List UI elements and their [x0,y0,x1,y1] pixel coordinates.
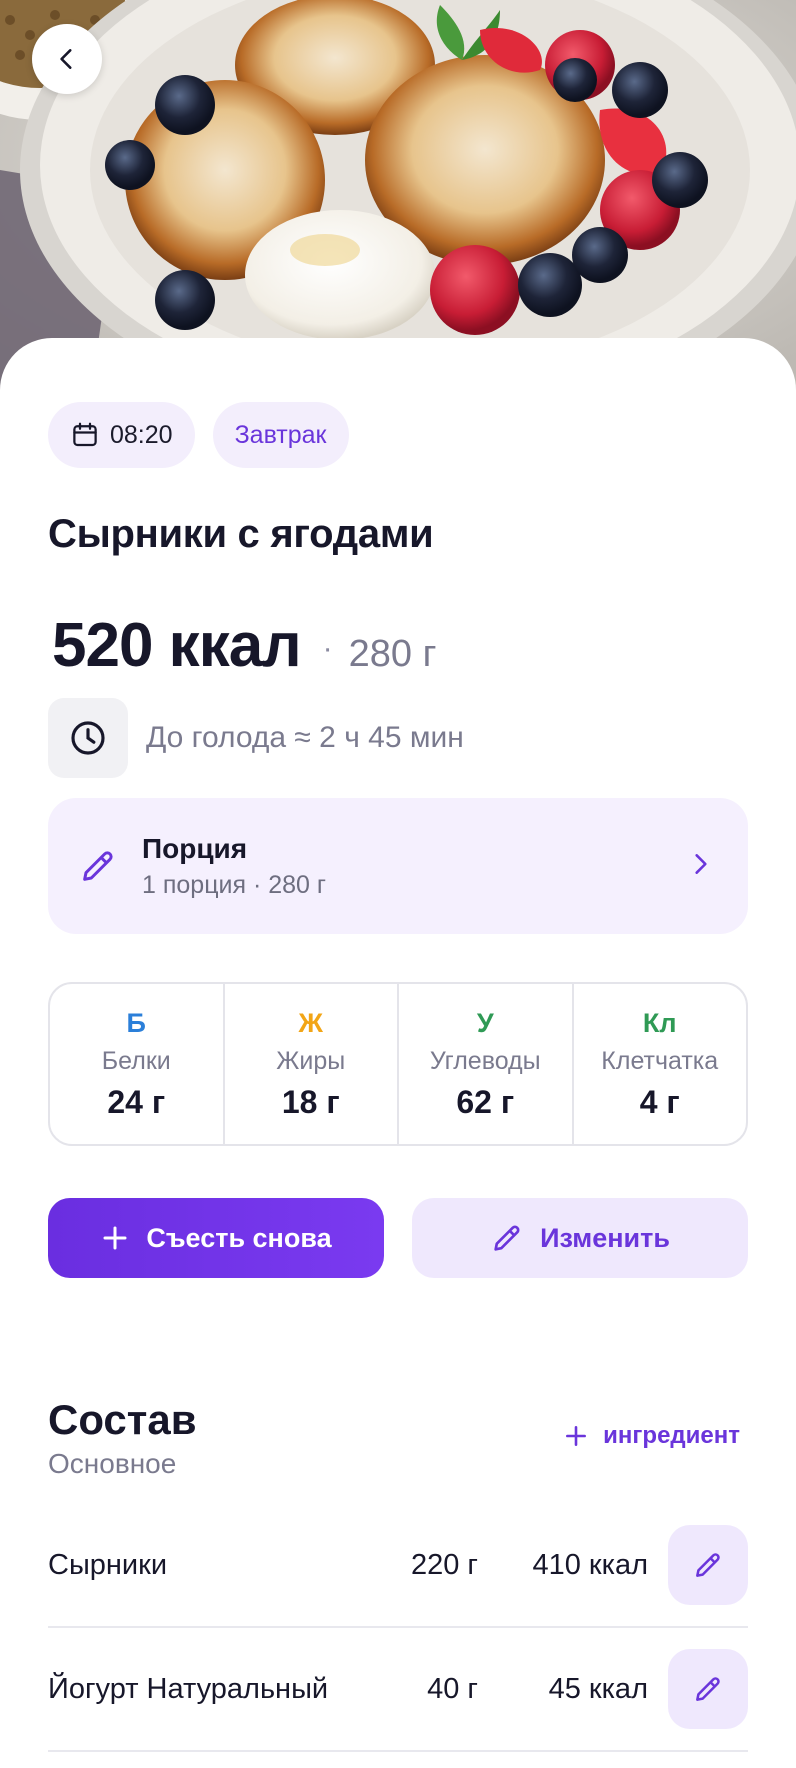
eat-again-label: Съесть снова [146,1222,332,1253]
ingredient-row: Йогурт Натуральный 40 г 45 ккал [48,1628,748,1752]
macro-fat: Ж Жиры 18 г [225,984,399,1144]
edit-meal-button[interactable]: Изменить [412,1198,748,1278]
macro-value: 4 г [639,1083,680,1120]
edit-ingredient-button[interactable] [668,1649,748,1729]
portion-subtitle: 1 порция · 280 г [142,870,327,899]
chevron-left-icon [60,49,72,69]
summary-separator: · [322,632,333,665]
composition-title: Состав [48,1396,197,1443]
ingredient-kcal: 45 ккал [548,1672,648,1705]
pencil-icon [696,1553,720,1577]
macro-value: 24 г [107,1083,166,1120]
portion-selector[interactable]: Порция 1 порция · 280 г [48,798,748,934]
edit-ingredient-button[interactable] [668,1525,748,1605]
ingredient-row: Сырники 220 г 410 ккал [48,1504,748,1628]
add-ingredient-label: ингредиент [603,1422,740,1449]
dish-weight: 280 г [348,633,437,675]
macro-letter: У [476,1007,494,1038]
macro-carbs: У Углеводы 62 г [399,984,574,1144]
macro-value: 62 г [456,1083,515,1120]
ingredient-weight: 40 г [427,1672,478,1705]
calendar-icon [73,422,97,447]
pencil-icon [696,1677,720,1701]
eat-again-button[interactable]: Съесть снова [48,1198,384,1278]
edit-meal-label: Изменить [540,1222,670,1253]
macro-letter: Кл [642,1007,677,1038]
macro-name: Жиры [276,1046,346,1075]
meal-details-screen: 08:20 Завтрак Сырники с ягодами 520 ккал… [0,0,796,1768]
macros-panel: Б Белки 24 г Ж Жиры 18 г У Углеводы 62 г… [48,982,748,1146]
clock-icon [71,721,105,755]
macro-name: Белки [101,1046,171,1075]
ingredient-kcal: 410 ккал [532,1548,648,1581]
hunger-estimate: До голода ≈ 2 ч 45 мин [48,698,464,778]
ingredient-name: Йогурт Натуральный [48,1672,329,1705]
ingredient-name: Сырники [48,1548,168,1581]
add-ingredient-button[interactable]: ингредиент [563,1422,740,1450]
macro-value: 18 г [281,1083,340,1120]
pencil-icon [83,851,113,881]
meal-time: 08:20 [110,420,173,449]
pencil-icon [494,1225,520,1251]
dish-calories: 520 ккал [52,611,302,680]
hunger-text: До голода ≈ 2 ч 45 мин [146,721,464,754]
meal-detail-sheet: 08:20 Завтрак Сырники с ягодами 520 ккал… [0,338,796,1768]
macro-letter: Ж [298,1007,323,1038]
plus-icon [566,1426,587,1446]
chevron-right-icon [695,854,707,874]
plus-icon [103,1226,127,1250]
macro-name: Клетчатка [601,1046,719,1075]
macro-letter: Б [126,1007,146,1038]
composition-subtitle: Основное [48,1448,177,1479]
dish-title: Сырники с ягодами [48,512,434,556]
macro-fiber: Кл Клетчатка 4 г [574,984,747,1144]
meal-meta-chips: 08:20 Завтрак [48,402,349,468]
portion-text: Порция 1 порция · 280 г [142,833,326,900]
meal-type-chip[interactable]: Завтрак [212,402,349,468]
meal-type-label: Завтрак [234,420,327,449]
ingredient-weight: 220 г [410,1548,478,1581]
portion-title: Порция [142,832,248,864]
clock-icon-box [48,698,128,778]
back-button[interactable] [32,24,102,94]
macro-protein: Б Белки 24 г [50,984,225,1144]
macro-name: Углеводы [429,1046,541,1075]
dish-summary: 520 ккал · 280 г [52,610,436,681]
time-chip[interactable]: 08:20 [48,402,195,468]
